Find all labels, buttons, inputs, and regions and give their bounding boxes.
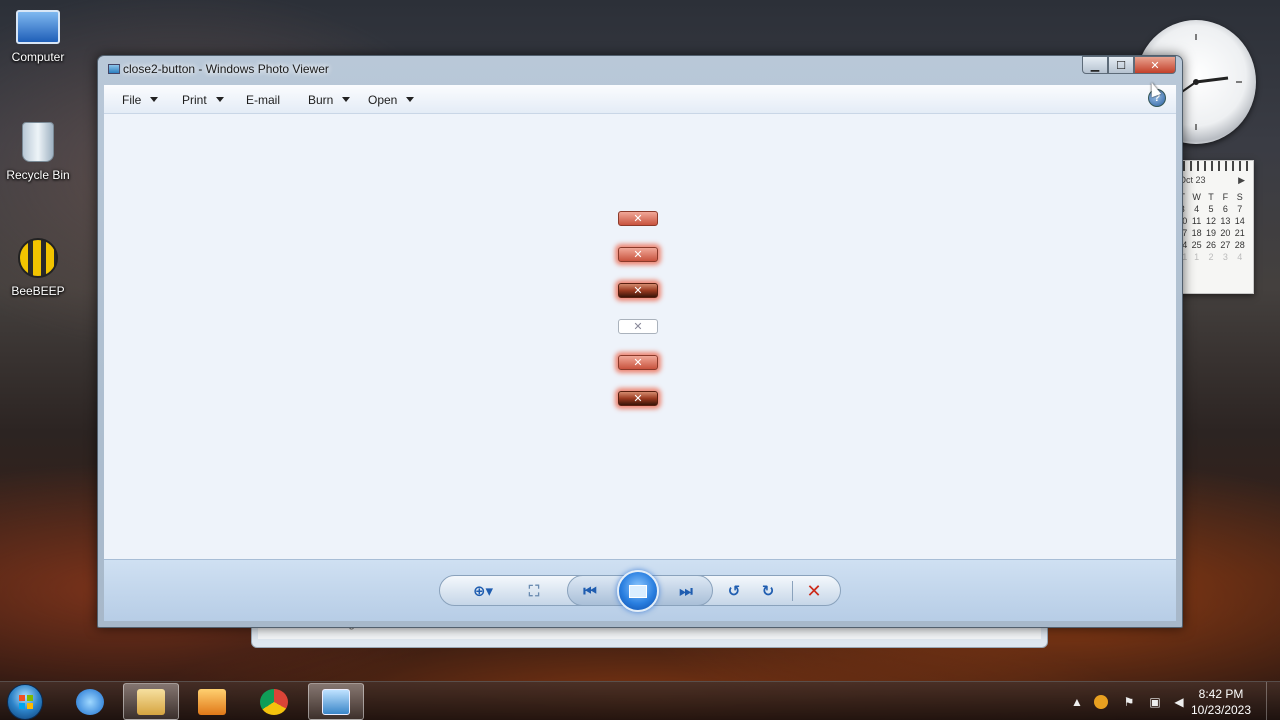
menu-burn-label: Burn — [308, 93, 334, 107]
chrome-icon — [260, 688, 288, 715]
calendar-day: 21 — [1234, 228, 1245, 238]
media-player-icon — [198, 688, 226, 715]
menu-burn[interactable]: Burn — [308, 93, 351, 107]
divider — [792, 581, 793, 601]
window-title: close2-button - Windows Photo Viewer — [123, 62, 329, 76]
taskbar-file-explorer[interactable] — [123, 683, 179, 720]
windows-logo-icon — [19, 695, 33, 709]
actual-size-icon[interactable]: ⛶ — [524, 581, 544, 601]
internet-explorer-icon — [76, 688, 104, 715]
network-icon[interactable]: ▣ — [1148, 695, 1162, 709]
slideshow-button[interactable] — [617, 570, 659, 612]
taskbar-chrome[interactable] — [246, 683, 302, 720]
menu-email[interactable]: E-mail — [246, 93, 280, 107]
menu-file-label: File — [122, 93, 142, 107]
desktop-icon-beebeep[interactable]: BeeBEEP — [0, 238, 76, 298]
desktop-icon-label: BeeBEEP — [11, 284, 65, 298]
menu-print-label: Print — [182, 93, 207, 107]
image-close-button-normal: ✕ — [618, 211, 658, 226]
beebeep-icon — [18, 238, 58, 278]
calendar-day: 26 — [1205, 240, 1216, 250]
menu-email-label: E-mail — [246, 93, 281, 107]
recycle-bin-icon — [22, 122, 54, 162]
taskbar-time: 8:42 PM — [1198, 687, 1244, 701]
calendar-day: 7 — [1237, 204, 1243, 214]
desktop-icon-label: Computer — [11, 50, 65, 64]
menu-bar: File Print E-mail Burn Open ? — [104, 85, 1176, 114]
image-display-area[interactable]: ✕ ✕ ✕ ✕ ✕ ✕ — [104, 115, 1176, 559]
start-button[interactable] — [7, 684, 43, 720]
calendar-day: 5 — [1208, 204, 1214, 214]
taskbar-photo-viewer[interactable] — [308, 683, 364, 720]
image-close-button-disabled: ✕ — [618, 319, 658, 334]
taskbar-internet-explorer[interactable] — [62, 683, 118, 720]
taskbar: ▲ ⚑ ▣ ◀ 8:42 PM 10/23/2023 — [0, 681, 1280, 720]
calendar-day: 13 — [1220, 216, 1231, 226]
close-button[interactable]: ✕ — [1134, 56, 1176, 74]
rotate-counterclockwise-icon[interactable]: ↺ — [724, 581, 744, 601]
calendar-day: 20 — [1220, 228, 1231, 238]
image-close-button-pressed: ✕ — [618, 283, 658, 298]
photo-viewer-icon — [322, 688, 350, 715]
calendar-day: 4 — [1194, 204, 1200, 214]
navigation-bar: ⊕▾ ⛶ ⏮ ⏭ ↺ ↻ ✕ — [104, 559, 1176, 621]
menu-open[interactable]: Open — [368, 93, 415, 107]
desktop-icon-computer[interactable]: Computer — [0, 10, 76, 64]
desktop-icon-label: Recycle Bin — [6, 168, 70, 182]
photo-viewer-icon — [108, 64, 120, 74]
calendar-day: 27 — [1220, 240, 1231, 250]
weekday: S — [1236, 192, 1243, 202]
show-desktop-button[interactable] — [1266, 682, 1280, 720]
taskbar-media-player[interactable] — [184, 683, 240, 720]
weekday: F — [1222, 192, 1229, 202]
delete-icon[interactable]: ✕ — [804, 581, 824, 601]
dropdown-arrow-icon — [215, 97, 224, 102]
action-center-flag-icon[interactable]: ⚑ — [1122, 695, 1136, 709]
folder-icon — [137, 688, 165, 715]
weekday: T — [1208, 192, 1214, 202]
computer-icon — [16, 10, 60, 44]
calendar-day: 3 — [1222, 252, 1228, 262]
menu-print[interactable]: Print — [182, 93, 224, 107]
window-client: File Print E-mail Burn Open ? ✕ ✕ ✕ ✕ ✕ … — [104, 85, 1176, 621]
volume-muted-icon[interactable]: ◀ — [1172, 695, 1186, 709]
slideshow-icon — [629, 584, 647, 598]
dropdown-arrow-icon — [342, 97, 351, 102]
calendar-day: 1 — [1194, 252, 1200, 262]
zoom-icon[interactable]: ⊕▾ — [466, 581, 500, 601]
calendar-day: 14 — [1234, 216, 1245, 226]
maximize-button[interactable]: ☐ — [1108, 56, 1134, 74]
weekday: W — [1192, 192, 1201, 202]
rotate-clockwise-icon[interactable]: ↻ — [758, 581, 778, 601]
caption-buttons: ▁ ☐ ✕ — [1082, 56, 1176, 74]
image-close-button-pressed: ✕ — [618, 391, 658, 406]
calendar-day: 25 — [1191, 240, 1202, 250]
dropdown-arrow-icon — [150, 97, 159, 102]
menu-file[interactable]: File — [122, 93, 159, 107]
image-close-button-hover: ✕ — [618, 247, 658, 262]
calendar-day: 2 — [1208, 252, 1214, 262]
image-close-button-hover: ✕ — [618, 355, 658, 370]
desktop-icon-recycle-bin[interactable]: Recycle Bin — [0, 122, 76, 182]
calendar-day: 19 — [1205, 228, 1216, 238]
calendar-day: 12 — [1205, 216, 1216, 226]
dropdown-arrow-icon — [406, 97, 415, 102]
taskbar-clock[interactable]: 8:42 PM 10/23/2023 — [1190, 686, 1252, 718]
title-bar[interactable]: close2-button - Windows Photo Viewer ▁ ☐… — [98, 56, 1182, 84]
calendar-day: 4 — [1237, 252, 1243, 262]
calendar-day: 11 — [1191, 216, 1202, 226]
calendar-day: 6 — [1222, 204, 1228, 214]
tray-app-icon[interactable] — [1094, 695, 1108, 709]
menu-open-label: Open — [368, 93, 398, 107]
calendar-day: 28 — [1234, 240, 1245, 250]
photo-viewer-window[interactable]: close2-button - Windows Photo Viewer ▁ ☐… — [97, 55, 1183, 628]
calendar-day: 18 — [1191, 228, 1202, 238]
calendar-next-icon[interactable]: ▶ — [1238, 175, 1245, 186]
next-icon[interactable]: ⏭ — [676, 581, 696, 601]
show-hidden-icons-icon[interactable]: ▲ — [1070, 695, 1084, 709]
taskbar-date: 10/23/2023 — [1190, 703, 1252, 717]
previous-icon[interactable]: ⏮ — [580, 581, 600, 601]
minimize-button[interactable]: ▁ — [1082, 56, 1108, 74]
